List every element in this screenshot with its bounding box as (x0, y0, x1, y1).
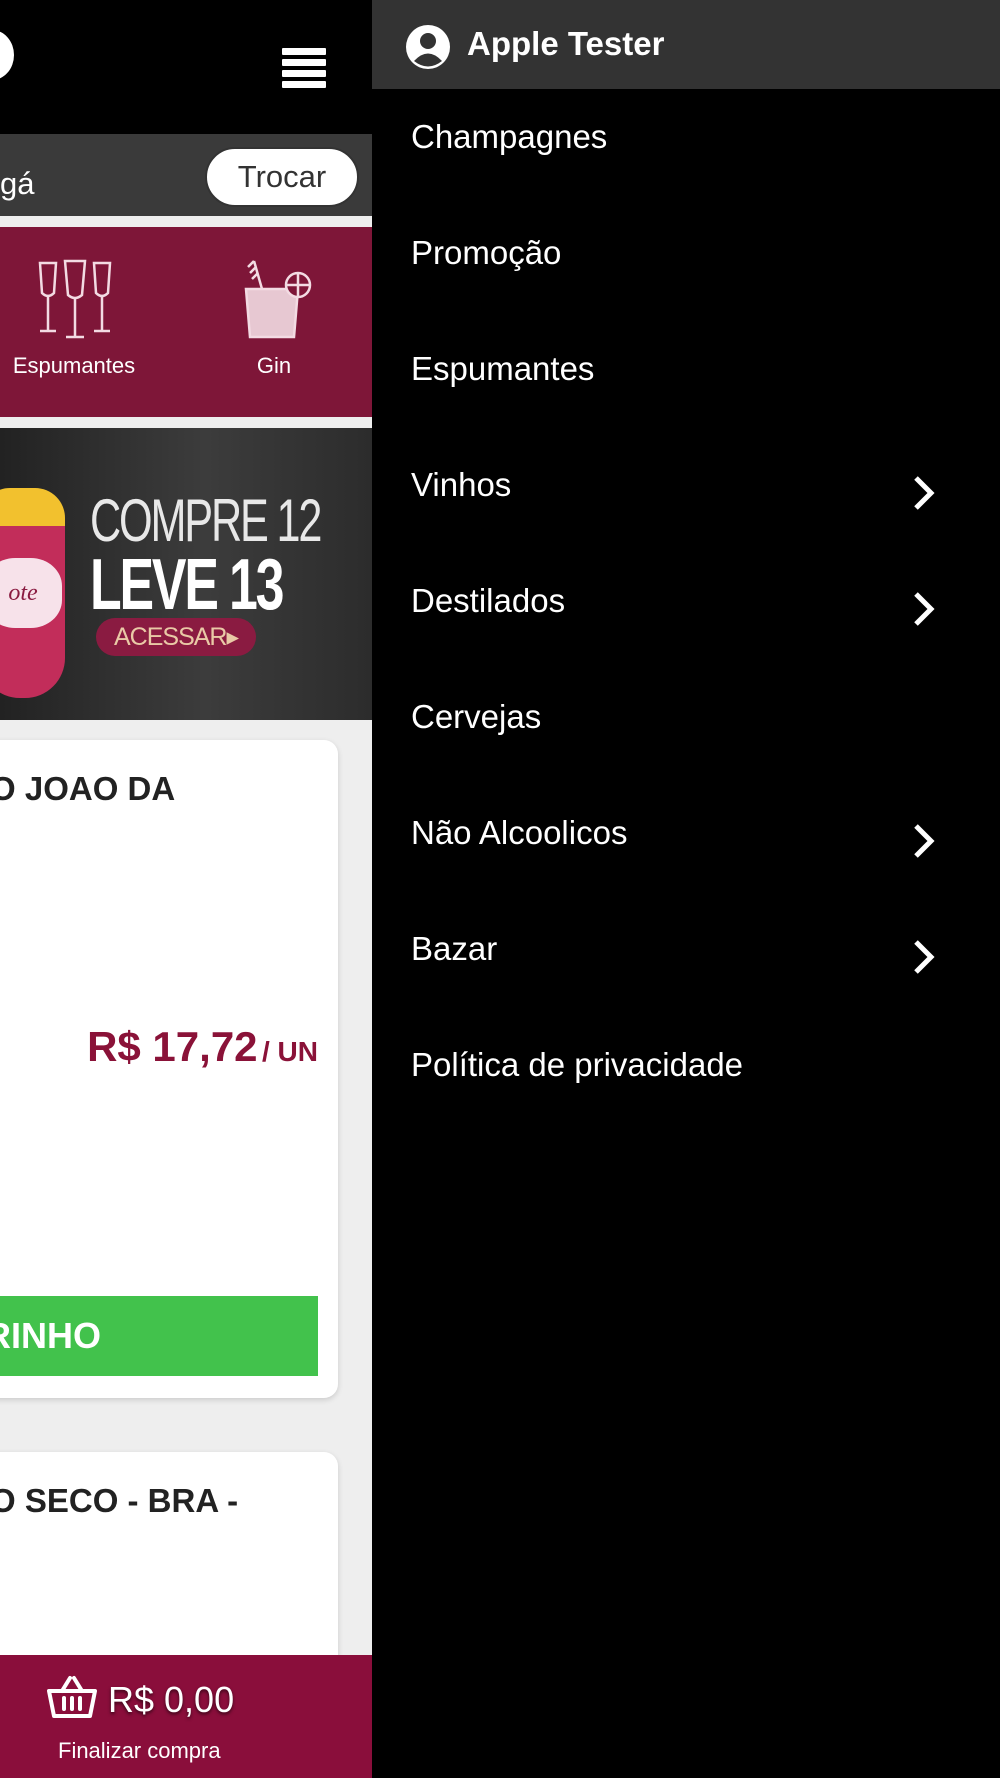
category-label: Espumantes (12, 353, 136, 378)
checkout-label: Finalizar compra (58, 1738, 221, 1763)
menu-item-bazar[interactable]: Bazar (372, 900, 1000, 1016)
menu-hamburger-icon[interactable] (282, 48, 326, 92)
category-bar: Espumantes Gin (0, 227, 372, 417)
category-gin[interactable]: Gin (194, 227, 354, 417)
storefront-background: gá Trocar Espumantes Gin ote COMPRE 12 L… (0, 0, 372, 1778)
menu-item-destilados[interactable]: Destilados (372, 552, 1000, 668)
add-to-cart-button[interactable]: RINHO (0, 1296, 318, 1376)
menu-item-nao-alcoolicos[interactable]: Não Alcoolicos (372, 784, 1000, 900)
city-name: gá (0, 166, 35, 201)
menu-item-label: Espumantes (411, 350, 595, 387)
bottle-brand-label: ote (0, 558, 62, 628)
logo (0, 30, 14, 80)
menu-item-label: Vinhos (411, 466, 512, 503)
category-label: Gin (256, 353, 292, 378)
product-price: R$ 17,72 / UN (87, 1023, 318, 1071)
cart-total: R$ 0,00 (108, 1679, 235, 1720)
change-city-button[interactable]: Trocar (205, 147, 359, 207)
chevron-right-icon (914, 476, 935, 510)
menu-item-vinhos[interactable]: Vinhos (372, 436, 1000, 552)
chevron-right-icon (914, 592, 935, 626)
menu-item-politica-de-privacidade[interactable]: Política de privacidade (372, 1016, 1000, 1132)
price-value: R$ 17,72 (87, 1023, 258, 1070)
drawer-header: Apple Tester (372, 0, 1000, 89)
user-avatar-icon (406, 25, 450, 69)
menu-item-label: Não Alcoolicos (411, 814, 628, 851)
promo-banner[interactable]: ote COMPRE 12 LEVE 13 ACESSAR▸ (0, 428, 372, 720)
menu-item-promocao[interactable]: Promoção (372, 204, 1000, 320)
banner-line2: LEVE 13 (90, 545, 285, 625)
menu-item-champagnes[interactable]: Champagnes (372, 88, 1000, 204)
menu-item-espumantes[interactable]: Espumantes (372, 320, 1000, 436)
product-card[interactable]: O JOAO DA R$ 17,72 / UN RINHO (0, 740, 338, 1398)
menu-item-label: Bazar (411, 930, 498, 967)
top-bar (0, 0, 372, 134)
user-name: Apple Tester (467, 25, 665, 62)
basket-icon (47, 1676, 97, 1718)
side-drawer: Apple Tester Champagnes Promoção Espuman… (372, 0, 1000, 1778)
cart-bar[interactable]: R$ 0,00 Finalizar compra (0, 1655, 372, 1778)
price-unit: / UN (262, 1036, 318, 1067)
category-espumantes[interactable]: Espumantes (0, 227, 154, 417)
menu-item-label: Política de privacidade (411, 1046, 744, 1083)
menu-item-label: Promoção (411, 234, 562, 271)
champagne-glasses-icon (38, 259, 112, 339)
menu-item-label: Cervejas (411, 698, 542, 735)
chevron-right-icon (914, 824, 935, 858)
menu-item-label: Champagnes (411, 118, 608, 155)
menu-item-label: Destilados (411, 582, 566, 619)
chevron-right-icon (914, 940, 935, 974)
product-title: O JOAO DA (0, 770, 176, 807)
gin-cocktail-icon (244, 260, 312, 339)
menu-item-cervejas[interactable]: Cervejas (372, 668, 1000, 784)
banner-cta-button[interactable]: ACESSAR▸ (96, 618, 256, 656)
product-title: O SECO - BRA - (0, 1482, 239, 1519)
